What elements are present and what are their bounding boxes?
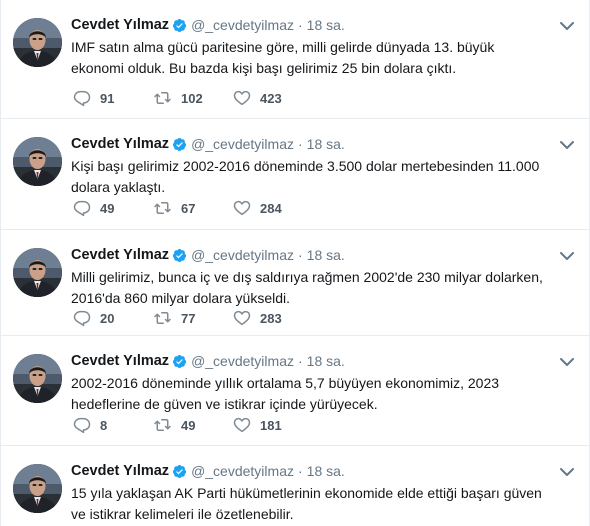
retweet-icon xyxy=(153,416,172,434)
retweet-count: 102 xyxy=(181,90,203,106)
retweet-count: 77 xyxy=(181,310,196,326)
reply-count: 49 xyxy=(100,200,115,216)
tweet-header: Cevdet Yılmaz @_cevdetyilmaz · 18 sa. xyxy=(71,136,345,152)
tweet-timestamp[interactable]: 18 sa. xyxy=(307,247,345,263)
like-count: 181 xyxy=(260,417,282,433)
retweet-button[interactable]: 67 xyxy=(153,199,233,217)
retweet-icon xyxy=(153,309,172,327)
heart-icon xyxy=(233,89,251,107)
tweet-actions: 49 67 284 xyxy=(73,199,313,217)
tweet-text: Milli gelirimiz, bunca iç ve dış saldırı… xyxy=(71,269,543,306)
tweet-timestamp[interactable]: 18 sa. xyxy=(307,463,345,479)
retweet-count: 49 xyxy=(181,417,196,433)
reply-icon xyxy=(73,199,91,217)
tweet-text: IMF satın alma gücü paritesine göre, mil… xyxy=(71,39,495,76)
retweet-count: 67 xyxy=(181,200,196,216)
reply-button[interactable]: 49 xyxy=(73,199,153,217)
like-button[interactable]: 423 xyxy=(233,89,313,107)
heart-icon xyxy=(233,199,251,217)
retweet-button[interactable]: 102 xyxy=(153,89,233,107)
reply-icon xyxy=(73,309,91,327)
separator: · xyxy=(297,353,303,369)
separator: · xyxy=(297,17,303,33)
tweet-timestamp[interactable]: 18 sa. xyxy=(307,136,345,152)
tweet-header: Cevdet Yılmaz @_cevdetyilmaz · 18 sa. xyxy=(71,463,345,479)
author-handle[interactable]: @_cevdetyilmaz xyxy=(191,247,294,263)
heart-icon xyxy=(233,309,251,327)
verified-badge-icon xyxy=(172,464,187,479)
like-count: 423 xyxy=(260,90,282,106)
tweet-timeline: Cevdet Yılmaz @_cevdetyilmaz · 18 sa. IM… xyxy=(0,0,590,526)
tweet-actions: 8 49 181 xyxy=(73,416,313,434)
tweet[interactable]: Cevdet Yılmaz @_cevdetyilmaz · 18 sa. 20… xyxy=(1,336,589,446)
tweet[interactable]: Cevdet Yılmaz @_cevdetyilmaz · 18 sa. IM… xyxy=(1,0,589,119)
author-handle[interactable]: @_cevdetyilmaz xyxy=(191,463,294,479)
verified-badge-icon xyxy=(172,137,187,152)
reply-icon xyxy=(73,89,91,107)
avatar[interactable] xyxy=(13,248,62,297)
reply-button[interactable]: 8 xyxy=(73,416,153,434)
author-name[interactable]: Cevdet Yılmaz xyxy=(71,136,169,152)
retweet-button[interactable]: 77 xyxy=(153,309,233,327)
like-button[interactable]: 181 xyxy=(233,416,313,434)
author-handle[interactable]: @_cevdetyilmaz xyxy=(191,353,294,369)
like-button[interactable]: 283 xyxy=(233,309,313,327)
tweet-actions: 91 102 423 xyxy=(73,89,313,107)
avatar[interactable] xyxy=(13,18,62,67)
verified-badge-icon xyxy=(172,354,187,369)
author-handle[interactable]: @_cevdetyilmaz xyxy=(191,136,294,152)
author-handle[interactable]: @_cevdetyilmaz xyxy=(191,17,294,33)
chevron-down-icon[interactable] xyxy=(559,20,575,32)
chevron-down-icon[interactable] xyxy=(559,356,575,368)
reply-icon xyxy=(73,416,91,434)
reply-count: 8 xyxy=(100,417,108,433)
retweet-button[interactable]: 49 xyxy=(153,416,233,434)
like-button[interactable]: 284 xyxy=(233,199,313,217)
tweet-header: Cevdet Yılmaz @_cevdetyilmaz · 18 sa. xyxy=(71,353,345,369)
tweet-actions: 20 77 283 xyxy=(73,309,313,327)
tweet-timestamp[interactable]: 18 sa. xyxy=(307,353,345,369)
reply-button[interactable]: 20 xyxy=(73,309,153,327)
chevron-down-icon[interactable] xyxy=(559,250,575,262)
tweet[interactable]: Cevdet Yılmaz @_cevdetyilmaz · 18 sa. Ki… xyxy=(1,119,589,230)
author-name[interactable]: Cevdet Yılmaz xyxy=(71,17,169,33)
separator: · xyxy=(297,136,303,152)
separator: · xyxy=(297,463,303,479)
reply-count: 91 xyxy=(100,90,115,106)
reply-count: 20 xyxy=(100,310,115,326)
author-name[interactable]: Cevdet Yılmaz xyxy=(71,247,169,263)
avatar[interactable] xyxy=(13,464,62,513)
like-count: 284 xyxy=(260,200,282,216)
avatar[interactable] xyxy=(13,137,62,186)
avatar[interactable] xyxy=(13,354,62,403)
verified-badge-icon xyxy=(172,18,187,33)
retweet-icon xyxy=(153,199,172,217)
tweet-header: Cevdet Yılmaz @_cevdetyilmaz · 18 sa. xyxy=(71,17,345,33)
chevron-down-icon[interactable] xyxy=(559,139,575,151)
author-name[interactable]: Cevdet Yılmaz xyxy=(71,463,169,479)
tweet[interactable]: Cevdet Yılmaz @_cevdetyilmaz · 18 sa. 15… xyxy=(1,446,589,526)
tweet-text: Kişi başı gelirimiz 2002-2016 döneminde … xyxy=(71,158,540,195)
reply-button[interactable]: 91 xyxy=(73,89,153,107)
tweet-timestamp[interactable]: 18 sa. xyxy=(307,17,345,33)
like-count: 283 xyxy=(260,310,282,326)
verified-badge-icon xyxy=(172,248,187,263)
tweet[interactable]: Cevdet Yılmaz @_cevdetyilmaz · 18 sa. Mi… xyxy=(1,230,589,336)
heart-icon xyxy=(233,416,251,434)
separator: · xyxy=(297,247,303,263)
chevron-down-icon[interactable] xyxy=(559,466,575,478)
tweet-header: Cevdet Yılmaz @_cevdetyilmaz · 18 sa. xyxy=(71,247,345,263)
retweet-icon xyxy=(153,89,172,107)
tweet-text: 15 yıla yaklaşan AK Parti hükümetlerinin… xyxy=(71,485,542,522)
tweet-text: 2002-2016 döneminde yıllık ortalama 5,7 … xyxy=(71,375,500,412)
author-name[interactable]: Cevdet Yılmaz xyxy=(71,353,169,369)
